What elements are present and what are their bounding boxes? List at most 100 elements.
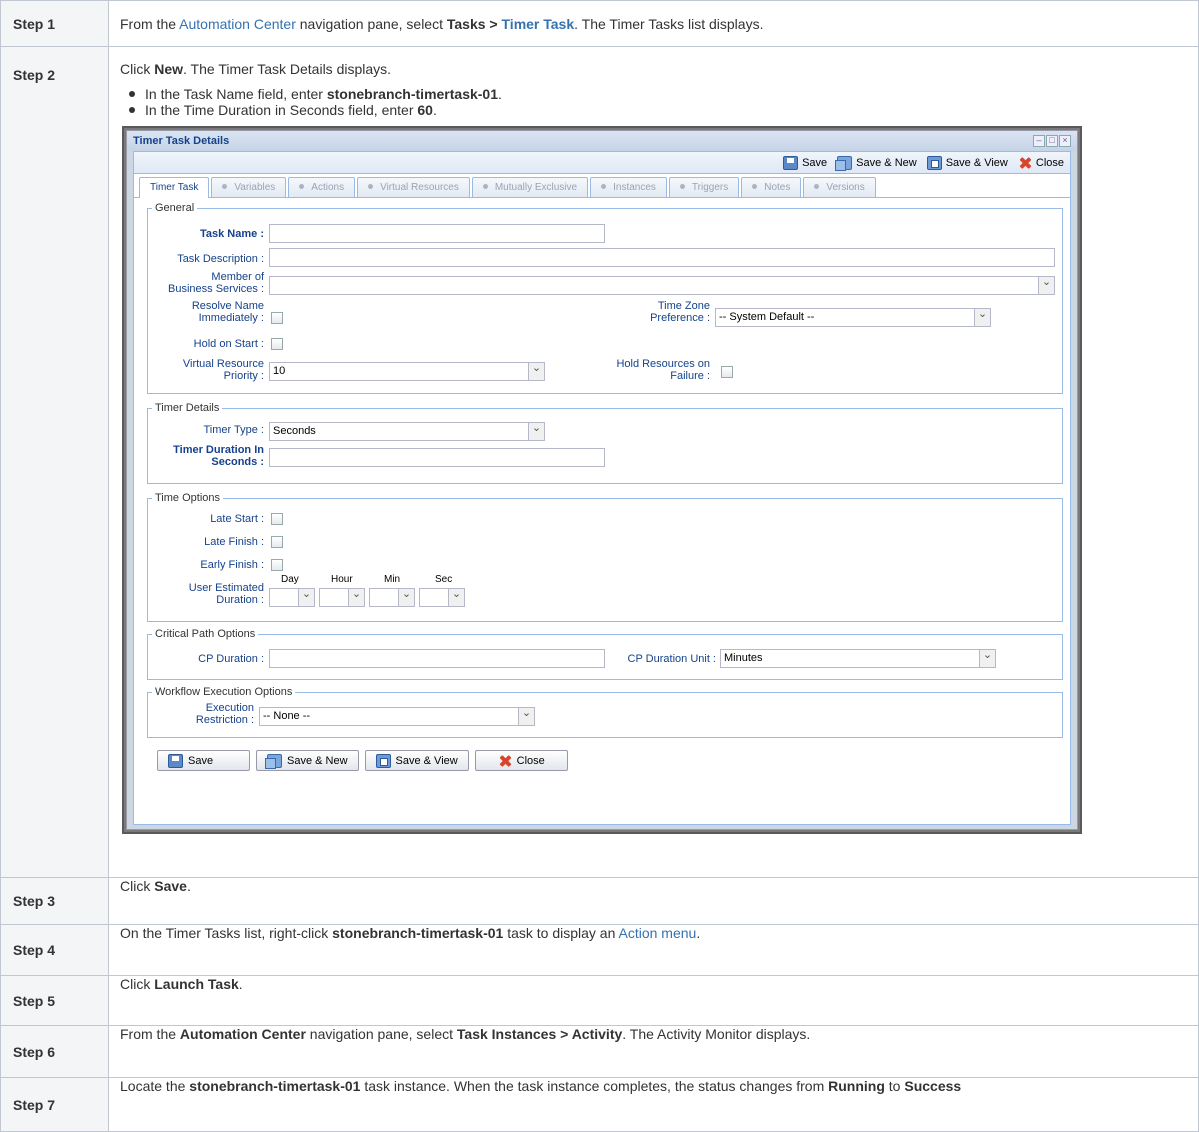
bullet-icon <box>299 184 305 189</box>
timer-type-select[interactable]: Seconds <box>269 422 545 441</box>
vr-priority-select[interactable]: 10 <box>269 362 545 381</box>
vr-priority-label: Virtual Resource Priority : <box>183 358 264 382</box>
bold-text: Success <box>904 1078 962 1095</box>
section-legend: Timer Details <box>155 402 220 414</box>
bold-text: Save <box>154 878 187 894</box>
execution-restriction-label: Execution Restriction : <box>196 702 254 726</box>
early-finish-checkbox[interactable] <box>271 559 283 571</box>
save-new-icon <box>835 155 853 171</box>
label-line: Timer Duration In <box>173 444 264 456</box>
task-description-input[interactable] <box>269 248 1055 267</box>
bullet-icon <box>679 184 685 189</box>
bold-text: Launch Task <box>154 976 239 992</box>
label-line: Failure : <box>670 370 710 382</box>
action-menu-link[interactable]: Action menu <box>619 925 697 941</box>
text: On the Timer Tasks list, right-click <box>120 925 333 941</box>
tab-virtual-resources[interactable]: Virtual Resources <box>357 177 470 197</box>
minimize-icon[interactable]: – <box>1033 135 1045 147</box>
label-line: Restriction : <box>195 714 254 726</box>
bold-text: stonebranch-timertask-01 <box>332 925 504 941</box>
text: Locate the <box>120 1078 190 1095</box>
user-estimated-label: User Estimated Duration : <box>189 582 264 606</box>
tab-timer-task[interactable]: Timer Task <box>139 177 210 198</box>
window-controls: – □ × <box>1033 135 1071 147</box>
hold-on-start-checkbox[interactable] <box>271 338 283 350</box>
tab-actions[interactable]: Actions <box>288 177 356 197</box>
toolbar-save-button[interactable]: Save <box>783 155 827 170</box>
timer-details-section: Timer Details Timer Type : Seconds Timer… <box>147 402 1063 484</box>
late-finish-checkbox[interactable] <box>271 536 283 548</box>
tab-versions[interactable]: Versions <box>803 177 876 197</box>
execution-restriction-select[interactable]: -- None -- <box>259 707 535 726</box>
text: . The Timer Task Details displays. <box>183 61 392 77</box>
timer-type-label: Timer Type : <box>203 424 264 436</box>
tab-instances[interactable]: Instances <box>590 177 667 197</box>
button-label: Save & New <box>287 754 348 767</box>
hold-resources-checkbox[interactable] <box>721 366 733 378</box>
task-description-label: Task Description : <box>177 253 264 265</box>
sec-select[interactable] <box>419 588 465 607</box>
bullet-list: In the Task Name field, enter stonebranc… <box>129 86 1198 118</box>
button-label: Save & View <box>395 754 458 767</box>
label-line: Time Zone <box>657 300 710 312</box>
text: task instance. When the task instance co… <box>360 1078 829 1095</box>
save-new-button[interactable]: Save & New <box>256 750 359 771</box>
close-icon[interactable]: × <box>1059 135 1071 147</box>
label-line: Duration : <box>216 594 264 606</box>
tab-label: Instances <box>613 182 656 193</box>
step-label: Step 3 <box>0 877 109 925</box>
step-label: Step 6 <box>0 1025 109 1078</box>
tab-triggers[interactable]: Triggers <box>668 177 740 197</box>
section-legend: Critical Path Options <box>155 628 256 640</box>
automation-center-link[interactable]: Automation Center <box>179 16 296 32</box>
save-button[interactable]: Save <box>157 750 250 771</box>
timer-duration-input[interactable] <box>269 448 605 467</box>
close-button[interactable]: Close <box>474 750 568 771</box>
tab-label: Virtual Resources <box>380 182 459 193</box>
min-select[interactable] <box>369 588 415 607</box>
tab-label: Triggers <box>691 182 729 193</box>
time-zone-select[interactable]: -- System Default -- <box>715 308 991 327</box>
text: From the <box>120 1026 180 1042</box>
step-label: Step 4 <box>0 924 109 976</box>
toolbar-save-new-button[interactable]: Save & New <box>835 155 917 171</box>
tab-mutually-exclusive[interactable]: Mutually Exclusive <box>471 177 589 197</box>
bold-text: stonebranch-timertask-01 <box>326 86 499 102</box>
close-x-icon <box>498 754 512 768</box>
maximize-icon[interactable]: □ <box>1046 135 1058 147</box>
late-start-label: Late Start : <box>210 513 264 525</box>
label-line: User Estimated <box>188 582 264 594</box>
window-title: Timer Task Details <box>127 131 1077 151</box>
list-item: In the Task Name field, enter stonebranc… <box>129 86 1198 102</box>
general-section: General Task Name : Task Description : M… <box>147 202 1063 394</box>
business-services-select[interactable] <box>269 276 1055 295</box>
step-label: Step 5 <box>0 975 109 1026</box>
day-select[interactable] <box>269 588 315 607</box>
bullet-icon <box>752 184 758 189</box>
bold-text: stonebranch-timertask-01 <box>189 1078 361 1095</box>
bold-text: 60 <box>417 102 433 118</box>
toolbar-close-button[interactable]: Close <box>1018 156 1064 170</box>
text: . <box>186 878 191 894</box>
step-content: From the Automation Center navigation pa… <box>108 0 1199 47</box>
text: . <box>696 925 701 941</box>
timer-duration-label: Timer Duration In Seconds : <box>173 444 264 468</box>
text: task to display an <box>503 925 619 941</box>
resolve-name-label: Resolve Name Immediately : <box>192 300 264 324</box>
hour-select[interactable] <box>319 588 365 607</box>
hold-on-start-label: Hold on Start : <box>193 338 264 350</box>
late-start-checkbox[interactable] <box>271 513 283 525</box>
cp-duration-input[interactable] <box>269 649 605 668</box>
resolve-name-checkbox[interactable] <box>271 312 283 324</box>
timer-task-link[interactable]: Timer Task <box>502 16 575 32</box>
tab-variables[interactable]: Variables <box>211 177 287 197</box>
cp-unit-select[interactable]: Minutes <box>720 649 996 668</box>
save-view-button[interactable]: Save & View <box>364 750 469 771</box>
tab-label: Versions <box>826 182 865 193</box>
task-name-input[interactable] <box>269 224 605 243</box>
step-label: Step 7 <box>0 1077 109 1132</box>
bold-text: Task Instances > Activity <box>456 1026 623 1042</box>
tab-notes[interactable]: Notes <box>741 177 802 197</box>
toolbar-save-view-button[interactable]: Save & View <box>926 155 1008 170</box>
late-finish-label: Late Finish : <box>204 536 264 548</box>
